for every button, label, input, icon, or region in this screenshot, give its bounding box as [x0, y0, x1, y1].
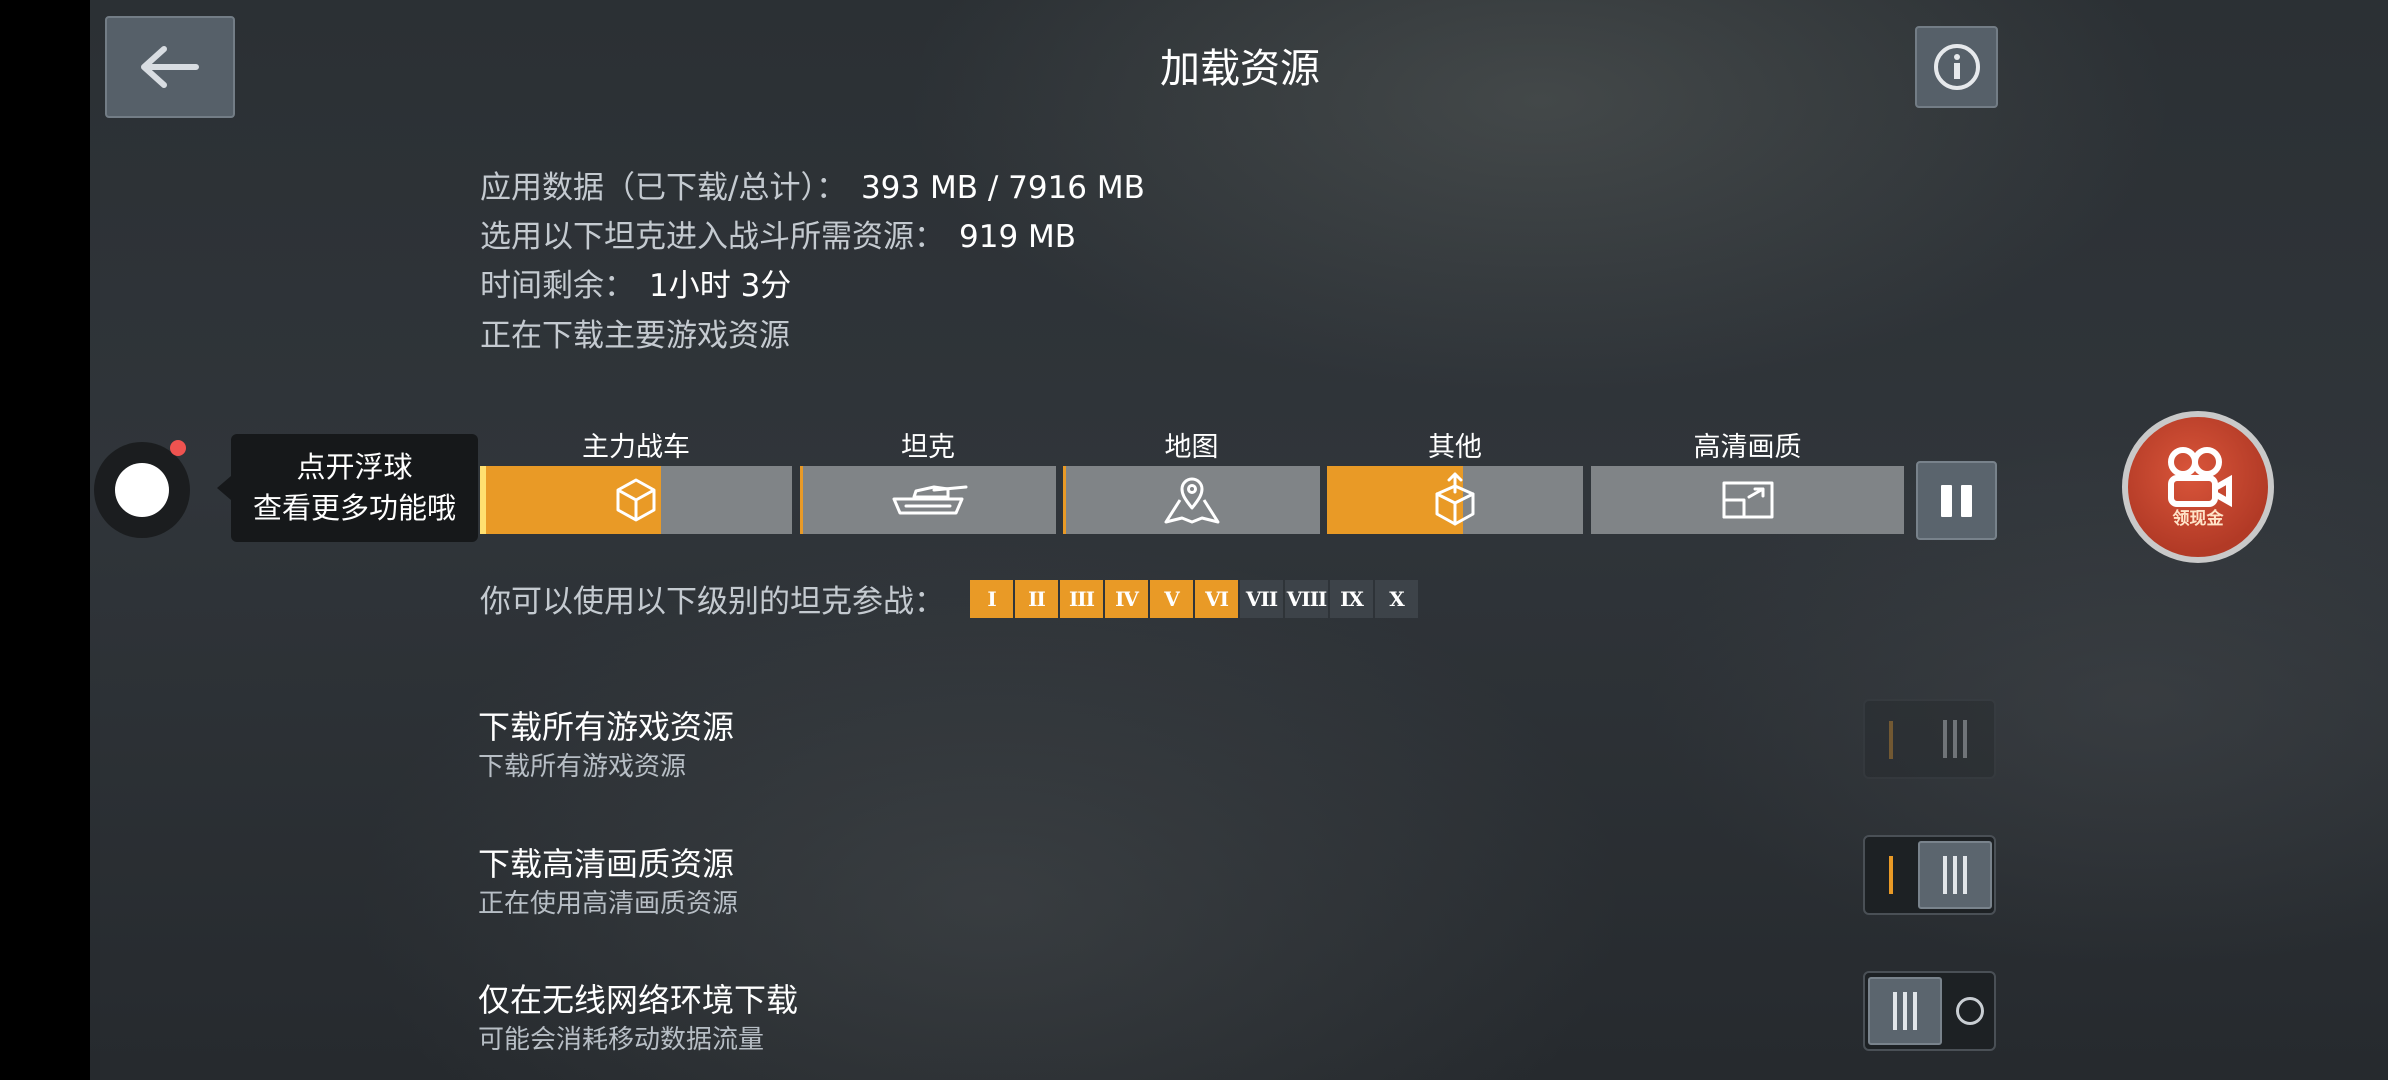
setting-title-all-resources: 下载所有游戏资源: [478, 708, 735, 746]
box-upload-icon: [1435, 472, 1475, 526]
map-pin-icon: [1164, 477, 1219, 524]
time-remaining-value: 1小时 3分: [649, 268, 792, 304]
page-title: 加载资源: [1160, 46, 1320, 92]
toggle-wifi-only[interactable]: [1863, 971, 1996, 1051]
tier-badge: VI: [1195, 580, 1238, 618]
category-label-tanks: 坦克: [901, 432, 955, 463]
setting-subtitle-wifi-only: 可能会消耗移动数据流量: [478, 1025, 765, 1055]
setting-subtitle-all-resources: 下载所有游戏资源: [478, 752, 687, 782]
category-label-other: 其他: [1428, 432, 1482, 463]
category-progress-main-tanks: [480, 466, 792, 534]
tier-badge: IX: [1330, 580, 1373, 618]
tier-badge: III: [1060, 580, 1103, 618]
arrow-left-icon: [141, 46, 199, 88]
tank-icon: [892, 485, 968, 515]
category-progress-maps: [1063, 466, 1320, 534]
setting-subtitle-hd-resources: 正在使用高清画质资源: [478, 889, 739, 919]
app-data-line: 应用数据（已下载/总计）： 393 MB / 7916 MB: [480, 162, 1145, 207]
tier-badge: V: [1150, 580, 1193, 618]
tier-badge: IV: [1105, 580, 1148, 618]
download-status: 正在下载主要游戏资源: [480, 318, 790, 354]
tier-label: 你可以使用以下级别的坦克参战：: [480, 584, 945, 620]
pause-icon-bar: [1961, 484, 1972, 517]
cash-reward-button[interactable]: 领现金: [2122, 411, 2274, 563]
category-label-hd: 高清画质: [1693, 432, 1802, 463]
toggle-knob[interactable]: [1918, 841, 1992, 909]
toggle-on-mark: [1889, 856, 1893, 894]
tier-badge: I: [970, 580, 1013, 618]
camera-reel-icon: [2168, 446, 2232, 507]
time-remaining-line: 时间剩余： 1小时 3分: [480, 260, 791, 305]
app-data-label: 应用数据（已下载/总计）：: [480, 170, 847, 206]
info-button[interactable]: [1915, 26, 1998, 108]
setting-title-wifi-only: 仅在无线网络环境下载: [478, 981, 799, 1019]
category-progress-other: [1327, 466, 1583, 534]
setting-title-hd-resources: 下载高清画质资源: [478, 845, 735, 883]
battle-resources-value: 919 MB: [959, 219, 1077, 255]
hd-resize-icon: [1722, 481, 1773, 519]
cube-icon: [616, 478, 656, 522]
cash-reward-label: 领现金: [2172, 508, 2224, 529]
app-data-value: 393 MB / 7916 MB: [860, 170, 1145, 206]
category-label-maps: 地图: [1164, 432, 1219, 463]
tier-badge: X: [1375, 580, 1418, 618]
category-progress-hd: [1591, 466, 1904, 534]
floating-ball-tooltip: 点开浮球 查看更多功能哦: [217, 434, 478, 542]
tier-badge: VIII: [1285, 580, 1328, 618]
info-icon: [1933, 44, 1980, 90]
back-button[interactable]: [105, 16, 235, 118]
tier-badge: II: [1015, 580, 1058, 618]
toggle-knob[interactable]: [1868, 977, 1942, 1045]
pause-icon: [1941, 484, 1952, 517]
tooltip-line-1: 点开浮球: [296, 450, 413, 484]
toggle-hd-resources[interactable]: [1863, 835, 1996, 915]
tier-list: I II III IV V VI VII VIII IX X: [970, 580, 1418, 618]
pause-button[interactable]: [1916, 461, 1997, 540]
toggle-all-resources[interactable]: [1863, 699, 1996, 779]
tier-badge: VII: [1240, 580, 1283, 618]
floating-ball[interactable]: [94, 442, 190, 538]
time-remaining-label: 时间剩余：: [480, 268, 635, 304]
notification-dot: [170, 440, 186, 456]
toggle-off-ring: [1956, 997, 1984, 1025]
category-label-main-tanks: 主力战车: [582, 432, 690, 463]
left-black-bar: [0, 0, 90, 1080]
battle-resources-line: 选用以下坦克进入战斗所需资源： 919 MB: [480, 211, 1076, 256]
category-progress-tanks: [800, 466, 1056, 534]
battle-resources-label: 选用以下坦克进入战斗所需资源：: [480, 219, 945, 255]
tooltip-line-2: 查看更多功能哦: [252, 491, 456, 525]
